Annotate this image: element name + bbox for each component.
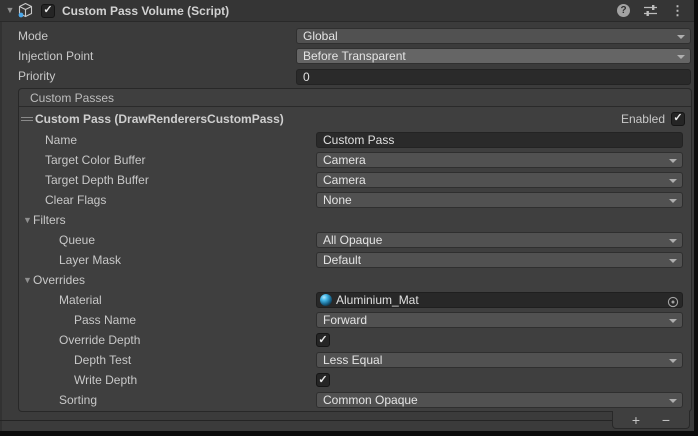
checkmark-icon: ✓ (673, 113, 682, 124)
checkmark-icon: ✓ (318, 375, 327, 386)
custom-pass-item-title: Custom Pass (DrawRenderersCustomPass) (35, 112, 284, 126)
material-object-field[interactable]: Aluminium_Mat (316, 292, 683, 308)
custom-pass-volume-component: ▼ ✓ Custom Pass Volume (Script) ? (0, 0, 694, 431)
queue-dropdown[interactable]: All Opaque (316, 232, 683, 248)
script-cube-icon (17, 2, 34, 19)
sorting-dropdown[interactable]: Common Opaque (316, 392, 683, 408)
mode-dropdown[interactable]: Global (296, 28, 691, 44)
custom-passes-header: Custom Passes (19, 89, 691, 107)
target-depth-buffer-dropdown[interactable]: Camera (316, 172, 683, 188)
overrides-foldout[interactable]: ▼ Overrides (19, 270, 691, 290)
dropdown-arrow-icon (669, 159, 677, 163)
clear-flags-dropdown[interactable]: None (316, 192, 683, 208)
remove-pass-button[interactable]: − (653, 412, 679, 428)
target-color-buffer-row: Target Color Buffer Camera (19, 150, 691, 170)
presets-icon[interactable] (643, 4, 658, 17)
sorting-label: Sorting (59, 393, 97, 407)
filters-label: Filters (33, 213, 66, 227)
dropdown-arrow-icon (669, 399, 677, 403)
overrides-label: Overrides (33, 273, 85, 287)
injection-point-dropdown[interactable]: Before Transparent (296, 48, 691, 64)
write-depth-checkbox[interactable]: ✓ (316, 373, 330, 387)
pass-enabled-checkbox[interactable]: ✓ (671, 112, 685, 126)
custom-pass-list-item-header[interactable]: Custom Pass (DrawRenderersCustomPass) En… (19, 107, 691, 130)
target-depth-buffer-label: Target Depth Buffer (45, 173, 149, 187)
mode-label: Mode (18, 29, 48, 43)
dropdown-arrow-icon (669, 199, 677, 203)
target-color-buffer-dropdown[interactable]: Camera (316, 152, 683, 168)
override-depth-checkbox[interactable]: ✓ (316, 333, 330, 347)
layer-mask-label: Layer Mask (59, 253, 121, 267)
checkmark-icon: ✓ (43, 5, 52, 16)
filters-foldout[interactable]: ▼ Filters (19, 210, 691, 230)
dropdown-arrow-icon (669, 179, 677, 183)
pass-name-row: Pass Name Forward (19, 310, 691, 330)
name-input[interactable] (316, 132, 683, 148)
priority-label: Priority (18, 69, 55, 83)
layer-mask-row: Layer Mask Default (19, 250, 691, 270)
custom-passes-box: Custom Passes Custom Pass (DrawRenderers… (18, 88, 692, 412)
pass-name-label: Pass Name (74, 313, 136, 327)
write-depth-row: Write Depth ✓ (19, 370, 691, 390)
unity-inspector-panel: ▼ ✓ Custom Pass Volume (Script) ? (0, 0, 698, 436)
checkmark-icon: ✓ (318, 335, 327, 346)
name-label: Name (45, 133, 77, 147)
kebab-menu-icon[interactable]: ⋮ (671, 3, 684, 19)
target-depth-buffer-row: Target Depth Buffer Camera (19, 170, 691, 190)
enabled-label: Enabled (621, 112, 665, 126)
write-depth-label: Write Depth (74, 373, 137, 387)
dropdown-arrow-icon (669, 259, 677, 263)
override-depth-row: Override Depth ✓ (19, 330, 691, 350)
list-footer: + − (612, 411, 690, 429)
component-enabled-checkbox[interactable]: ✓ (41, 4, 55, 18)
layer-mask-dropdown[interactable]: Default (316, 252, 683, 268)
add-pass-button[interactable]: + (623, 412, 649, 428)
clear-flags-label: Clear Flags (45, 193, 106, 207)
target-color-buffer-label: Target Color Buffer (45, 153, 146, 167)
queue-label: Queue (59, 233, 95, 247)
injection-point-label: Injection Point (18, 49, 93, 63)
dropdown-arrow-icon (677, 55, 685, 59)
component-separator (0, 420, 690, 421)
queue-row: Queue All Opaque (19, 230, 691, 250)
dropdown-arrow-icon (669, 239, 677, 243)
material-row: Material Aluminium_Mat (19, 290, 691, 310)
clear-flags-row: Clear Flags None (19, 190, 691, 210)
dropdown-arrow-icon (677, 35, 685, 39)
override-depth-label: Override Depth (59, 333, 140, 347)
depth-test-dropdown[interactable]: Less Equal (316, 352, 683, 368)
component-foldout-icon[interactable]: ▼ (4, 6, 16, 15)
priority-input[interactable] (296, 69, 691, 85)
material-label: Material (59, 293, 102, 307)
depth-test-label: Depth Test (74, 353, 131, 367)
custom-passes-title: Custom Passes (30, 91, 114, 105)
material-sphere-icon (320, 294, 332, 306)
dropdown-arrow-icon (669, 319, 677, 323)
sorting-row: Sorting Common Opaque (19, 390, 691, 410)
object-picker-icon[interactable] (667, 295, 679, 307)
component-header[interactable]: ▼ ✓ Custom Pass Volume (Script) ? (0, 0, 694, 22)
drag-handle-icon[interactable] (21, 117, 33, 121)
name-row: Name (19, 130, 691, 150)
foldout-open-icon: ▼ (22, 216, 33, 225)
component-title: Custom Pass Volume (Script) (62, 4, 229, 18)
pass-name-dropdown[interactable]: Forward (316, 312, 683, 328)
help-icon[interactable]: ? (617, 4, 630, 17)
foldout-open-icon: ▼ (22, 276, 33, 285)
dropdown-arrow-icon (669, 359, 677, 363)
depth-test-row: Depth Test Less Equal (19, 350, 691, 370)
